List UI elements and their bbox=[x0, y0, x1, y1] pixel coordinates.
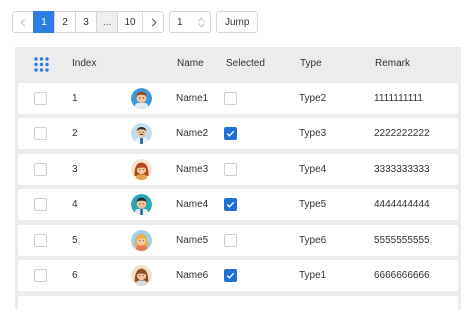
remark-cell: 6666666666 bbox=[374, 270, 430, 281]
selected-checkbox[interactable] bbox=[224, 92, 237, 105]
page-button-10[interactable]: 10 bbox=[117, 11, 143, 33]
chevron-right-icon bbox=[151, 18, 157, 26]
type-cell: Type1 bbox=[299, 270, 327, 281]
type-cell: Type4 bbox=[299, 164, 327, 175]
pagination: 1 2 3 ... 10 Jump bbox=[12, 11, 259, 33]
page-button-3[interactable]: 3 bbox=[75, 11, 97, 33]
table-row-partial bbox=[18, 296, 458, 309]
type-cell: Type6 bbox=[299, 235, 327, 246]
remark-cell: 2222222222 bbox=[374, 128, 430, 139]
man-brown-hair-avatar bbox=[131, 88, 152, 109]
remark-cell: 1111111111 bbox=[374, 93, 423, 104]
row-select-checkbox[interactable] bbox=[34, 198, 47, 211]
name-cell: Name5 bbox=[176, 235, 209, 246]
stepper-arrows[interactable] bbox=[198, 16, 205, 28]
column-header-selected[interactable]: Selected bbox=[226, 47, 265, 81]
checkmark-icon bbox=[226, 201, 235, 208]
man-mustache-avatar bbox=[131, 123, 152, 144]
selected-checkbox[interactable] bbox=[224, 198, 237, 211]
table-row[interactable]: 4 Name4 Type5 4444444444 bbox=[18, 189, 458, 220]
page-ellipsis-button[interactable]: ... bbox=[96, 11, 118, 33]
page-button-2[interactable]: 2 bbox=[54, 11, 76, 33]
man-dark-hair-avatar bbox=[131, 194, 152, 215]
name-cell: Name6 bbox=[176, 270, 209, 281]
table-row[interactable]: 6 Name6 Type1 6666666666 bbox=[18, 260, 458, 291]
woman-brown-hair-avatar bbox=[131, 265, 152, 286]
type-cell: Type2 bbox=[299, 93, 327, 104]
row-select-checkbox[interactable] bbox=[34, 127, 47, 140]
row-select-checkbox[interactable] bbox=[34, 163, 47, 176]
chevron-down-icon[interactable] bbox=[198, 22, 205, 28]
table-row[interactable]: 5 Name5 Type6 5555555555 bbox=[18, 225, 458, 256]
next-page-button[interactable] bbox=[142, 11, 164, 33]
type-cell: Type5 bbox=[299, 199, 327, 210]
column-header-name[interactable]: Name bbox=[177, 47, 204, 81]
name-cell: Name3 bbox=[176, 164, 209, 175]
column-header-type[interactable]: Type bbox=[300, 47, 322, 81]
checkmark-icon bbox=[226, 272, 235, 279]
index-cell: 4 bbox=[72, 199, 78, 210]
table-header: Index Name Selected Type Remark bbox=[15, 47, 461, 81]
row-select-checkbox[interactable] bbox=[34, 92, 47, 105]
jump-button[interactable]: Jump bbox=[216, 11, 259, 33]
remark-cell: 4444444444 bbox=[374, 199, 430, 210]
prev-page-button[interactable] bbox=[12, 11, 34, 33]
selected-checkbox[interactable] bbox=[224, 127, 237, 140]
remark-cell: 5555555555 bbox=[374, 235, 430, 246]
row-select-checkbox[interactable] bbox=[34, 269, 47, 282]
woman-blonde-avatar bbox=[131, 230, 152, 251]
name-cell: Name4 bbox=[176, 199, 209, 210]
column-header-remark[interactable]: Remark bbox=[375, 47, 410, 81]
index-cell: 1 bbox=[72, 93, 78, 104]
table-row[interactable]: 2 Name2 Type3 2222222222 bbox=[18, 118, 458, 149]
data-table: Index Name Selected Type Remark 1 Name1 Ty… bbox=[15, 47, 461, 309]
index-cell: 2 bbox=[72, 128, 78, 139]
page-number-input[interactable] bbox=[177, 16, 193, 28]
row-select-checkbox[interactable] bbox=[34, 234, 47, 247]
index-cell: 5 bbox=[72, 235, 78, 246]
checkmark-icon bbox=[226, 130, 235, 137]
chevron-up-icon[interactable] bbox=[198, 16, 205, 22]
column-header-index[interactable]: Index bbox=[72, 47, 96, 81]
table-row[interactable]: 1 Name1 Type2 1111111111 bbox=[18, 83, 458, 114]
name-cell: Name1 bbox=[176, 93, 209, 104]
remark-cell: 3333333333 bbox=[374, 164, 430, 175]
grid-menu-icon[interactable] bbox=[34, 57, 49, 72]
woman-red-hair-avatar bbox=[131, 159, 152, 180]
table-row[interactable]: 3 Name3 Type4 3333333333 bbox=[18, 154, 458, 185]
selected-checkbox[interactable] bbox=[224, 234, 237, 247]
chevron-left-icon bbox=[19, 18, 25, 26]
index-cell: 6 bbox=[72, 270, 78, 281]
type-cell: Type3 bbox=[299, 128, 327, 139]
page-button-1[interactable]: 1 bbox=[33, 11, 55, 33]
selected-checkbox[interactable] bbox=[224, 163, 237, 176]
selected-checkbox[interactable] bbox=[224, 269, 237, 282]
name-cell: Name2 bbox=[176, 128, 209, 139]
page-number-stepper[interactable] bbox=[169, 11, 211, 33]
index-cell: 3 bbox=[72, 164, 78, 175]
